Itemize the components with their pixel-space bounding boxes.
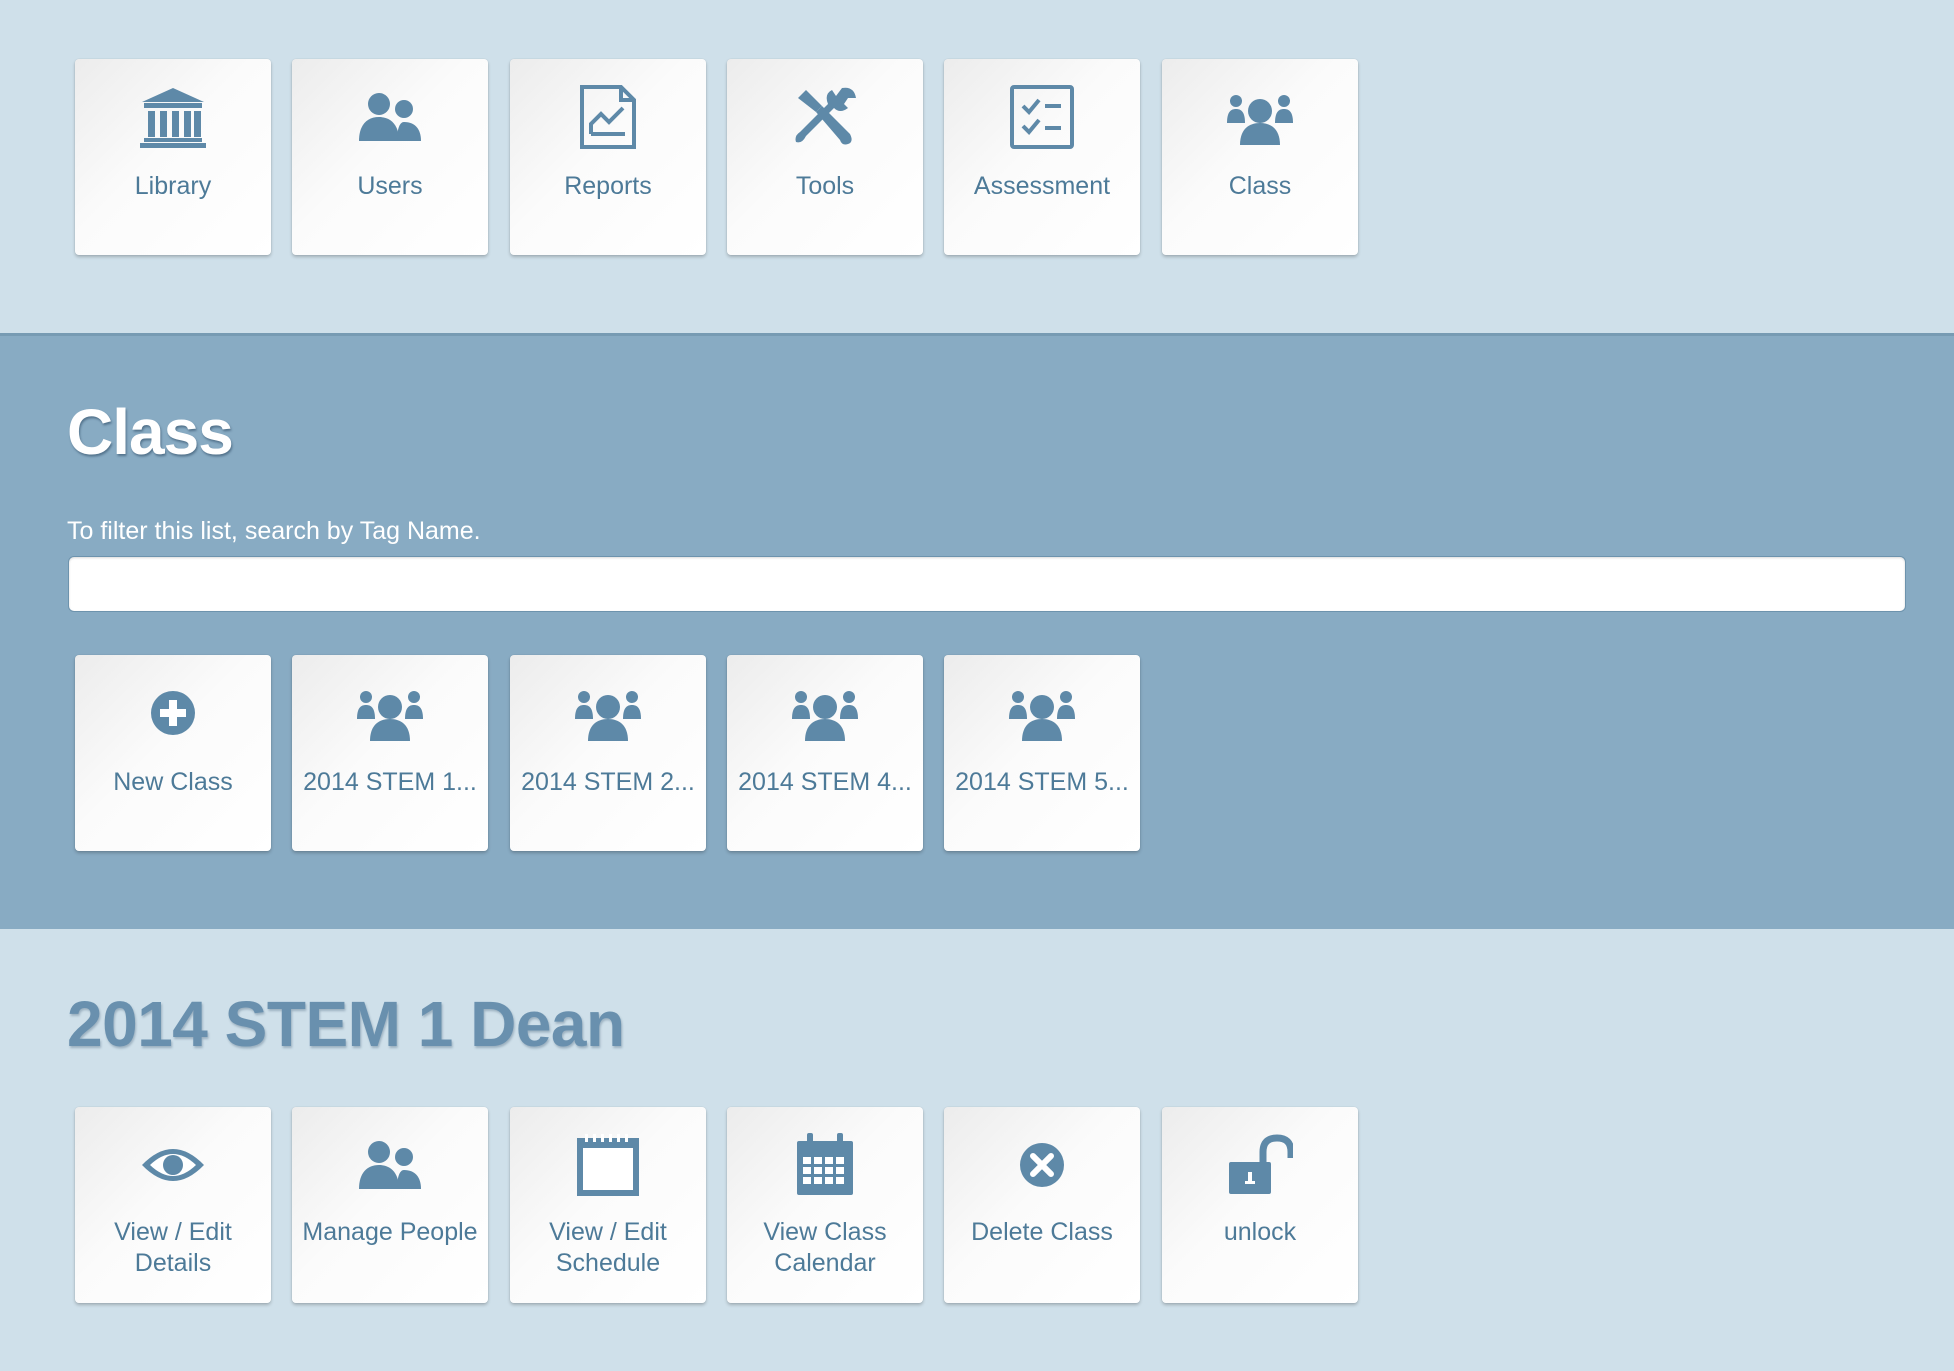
- new-class-tile[interactable]: New Class: [75, 655, 271, 851]
- nav-tile-label: Reports: [564, 172, 652, 200]
- tools-icon: [727, 79, 923, 155]
- nav-tile-label: Library: [134, 172, 212, 200]
- class-icon: [944, 675, 1140, 751]
- unlock-icon: [1162, 1127, 1358, 1203]
- class-tile-stem-1[interactable]: 2014 STEM 1...: [292, 655, 488, 851]
- notepad-icon: [510, 1127, 706, 1203]
- action-label: View / Edit Details: [114, 1218, 232, 1277]
- delete-class-button[interactable]: Delete Class: [944, 1107, 1140, 1303]
- class-tile-stem-2[interactable]: 2014 STEM 2...: [510, 655, 706, 851]
- class-icon: [510, 675, 706, 751]
- users-icon: [292, 79, 488, 155]
- class-icon: [1162, 79, 1358, 155]
- class-icon: [292, 675, 488, 751]
- nav-tile-class[interactable]: Class: [1162, 59, 1358, 255]
- library-icon: [75, 79, 271, 155]
- class-tile-label: 2014 STEM 2...: [521, 768, 695, 796]
- view-class-calendar-button[interactable]: View Class Calendar: [727, 1107, 923, 1303]
- assessment-icon: [944, 79, 1140, 155]
- reports-icon: [510, 79, 706, 155]
- manage-people-button[interactable]: Manage People: [292, 1107, 488, 1303]
- view-edit-details-button[interactable]: View / Edit Details: [75, 1107, 271, 1303]
- class-tile-stem-4[interactable]: 2014 STEM 4...: [727, 655, 923, 851]
- nav-tile-label: Class: [1228, 172, 1292, 200]
- tag-search-input[interactable]: [68, 556, 1906, 612]
- nav-tile-assessment[interactable]: Assessment: [944, 59, 1140, 255]
- nav-tile-label: Users: [357, 172, 423, 200]
- users-icon: [292, 1127, 488, 1203]
- class-tile-label: 2014 STEM 4...: [738, 768, 912, 796]
- class-tile-label: 2014 STEM 1...: [303, 768, 477, 796]
- nav-tile-library[interactable]: Library: [75, 59, 271, 255]
- class-icon: [727, 675, 923, 751]
- action-label: unlock: [1223, 1218, 1297, 1246]
- action-label: View / Edit Schedule: [549, 1218, 667, 1277]
- class-tile-label: New Class: [113, 768, 233, 796]
- close-circle-icon: [944, 1127, 1140, 1203]
- nav-tile-reports[interactable]: Reports: [510, 59, 706, 255]
- plus-circle-icon: [75, 675, 271, 751]
- nav-tile-label: Assessment: [973, 172, 1111, 200]
- action-label: Manage People: [302, 1218, 478, 1246]
- action-label: Delete Class: [971, 1218, 1113, 1246]
- class-section-title: Class: [67, 396, 234, 468]
- unlock-button[interactable]: unlock: [1162, 1107, 1358, 1303]
- eye-icon: [75, 1127, 271, 1203]
- class-tile-label: 2014 STEM 5...: [955, 768, 1129, 796]
- nav-tile-tools[interactable]: Tools: [727, 59, 923, 255]
- nav-tile-label: Tools: [795, 172, 855, 200]
- filter-hint: To filter this list, search by Tag Name.: [67, 517, 481, 545]
- selected-class-title: 2014 STEM 1 Dean: [67, 988, 625, 1060]
- action-label: View Class Calendar: [763, 1218, 887, 1277]
- view-edit-schedule-button[interactable]: View / Edit Schedule: [510, 1107, 706, 1303]
- nav-tile-users[interactable]: Users: [292, 59, 488, 255]
- class-tile-stem-5[interactable]: 2014 STEM 5...: [944, 655, 1140, 851]
- calendar-icon: [727, 1127, 923, 1203]
